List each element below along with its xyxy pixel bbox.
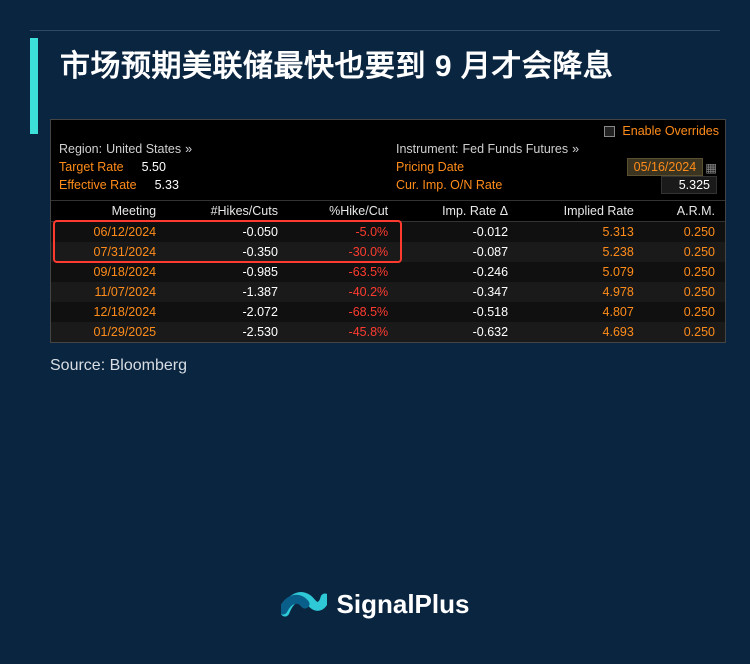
effective-rate-label: Effective Rate: [59, 178, 137, 192]
cell-implied: 5.313: [518, 222, 644, 243]
cell-meeting: 06/12/2024: [51, 222, 166, 243]
cell-meeting: 09/18/2024: [51, 262, 166, 282]
col-hikes: #Hikes/Cuts: [166, 201, 288, 222]
cell-delta: -0.347: [398, 282, 518, 302]
cell-implied: 5.079: [518, 262, 644, 282]
cell-hikes: -2.530: [166, 322, 288, 342]
table-row: 12/18/2024-2.072-68.5%-0.5184.8070.250: [51, 302, 725, 322]
cell-pct: -63.5%: [288, 262, 398, 282]
region-value[interactable]: United States: [106, 142, 181, 156]
cell-meeting: 11/07/2024: [51, 282, 166, 302]
brand-footer: SignalPlus: [0, 586, 750, 622]
cell-implied: 4.978: [518, 282, 644, 302]
cell-implied: 5.238: [518, 242, 644, 262]
dropdown-arrow-icon[interactable]: »: [185, 142, 192, 156]
fed-table: Meeting #Hikes/Cuts %Hike/Cut Imp. Rate …: [51, 200, 725, 342]
cell-arm: 0.250: [644, 242, 725, 262]
table-row: 06/12/2024-0.050-5.0%-0.0125.3130.250: [51, 222, 725, 243]
cur-imp-value: 5.325: [661, 176, 717, 194]
cur-imp-rate-row: Cur. Imp. O/N Rate 5.325: [396, 176, 717, 194]
cell-arm: 0.250: [644, 222, 725, 243]
cell-pct: -5.0%: [288, 222, 398, 243]
cell-pct: -40.2%: [288, 282, 398, 302]
instrument-row: Instrument: Fed Funds Futures »: [396, 140, 717, 158]
cell-meeting: 12/18/2024: [51, 302, 166, 322]
col-implied: Implied Rate: [518, 201, 644, 222]
pricing-date-label: Pricing Date: [396, 160, 464, 174]
enable-overrides-row: Enable Overrides: [51, 120, 725, 140]
cell-arm: 0.250: [644, 282, 725, 302]
accent-bar: [30, 38, 38, 134]
col-pct: %Hike/Cut: [288, 201, 398, 222]
dropdown-arrow-icon[interactable]: »: [572, 142, 579, 156]
enable-overrides-label: Enable Overrides: [622, 124, 719, 138]
cell-pct: -30.0%: [288, 242, 398, 262]
cur-imp-label: Cur. Imp. O/N Rate: [396, 178, 502, 192]
col-meeting: Meeting: [51, 201, 166, 222]
table-row: 07/31/2024-0.350-30.0%-0.0875.2380.250: [51, 242, 725, 262]
cell-delta: -0.246: [398, 262, 518, 282]
cell-hikes: -2.072: [166, 302, 288, 322]
table-row: 01/29/2025-2.530-45.8%-0.6324.6930.250: [51, 322, 725, 342]
accent-divider: [30, 30, 720, 36]
cell-arm: 0.250: [644, 302, 725, 322]
brand-logo-icon: [281, 586, 327, 622]
instrument-value[interactable]: Fed Funds Futures: [463, 142, 569, 156]
cell-delta: -0.012: [398, 222, 518, 243]
cell-hikes: -0.350: [166, 242, 288, 262]
cell-hikes: -0.985: [166, 262, 288, 282]
cell-delta: -0.632: [398, 322, 518, 342]
table-header-row: Meeting #Hikes/Cuts %Hike/Cut Imp. Rate …: [51, 201, 725, 222]
cell-pct: -68.5%: [288, 302, 398, 322]
effective-rate-row: Effective Rate 5.33: [59, 176, 380, 194]
col-delta: Imp. Rate Δ: [398, 201, 518, 222]
effective-rate-value: 5.33: [155, 178, 179, 192]
cell-arm: 0.250: [644, 262, 725, 282]
table-row: 11/07/2024-1.387-40.2%-0.3474.9780.250: [51, 282, 725, 302]
pricing-date-row: Pricing Date 05/16/2024 ▦: [396, 158, 717, 176]
target-rate-row: Target Rate 5.50: [59, 158, 380, 176]
region-row: Region: United States »: [59, 140, 380, 158]
instrument-label: Instrument:: [396, 142, 459, 156]
target-rate-value: 5.50: [142, 160, 166, 174]
cell-meeting: 07/31/2024: [51, 242, 166, 262]
checkbox-icon[interactable]: [604, 126, 615, 137]
col-arm: A.R.M.: [644, 201, 725, 222]
cell-hikes: -1.387: [166, 282, 288, 302]
pricing-date-value[interactable]: 05/16/2024: [627, 158, 704, 176]
cell-implied: 4.807: [518, 302, 644, 322]
source-label: Source: Bloomberg: [50, 357, 720, 375]
page-title: 市场预期美联储最快也要到 9 月才会降息: [60, 44, 720, 89]
cell-hikes: -0.050: [166, 222, 288, 243]
target-rate-label: Target Rate: [59, 160, 124, 174]
cell-meeting: 01/29/2025: [51, 322, 166, 342]
cell-delta: -0.087: [398, 242, 518, 262]
cell-implied: 4.693: [518, 322, 644, 342]
brand-name: SignalPlus: [337, 589, 470, 620]
table-row: 09/18/2024-0.985-63.5%-0.2465.0790.250: [51, 262, 725, 282]
cell-pct: -45.8%: [288, 322, 398, 342]
terminal-panel: Enable Overrides Region: United States »…: [50, 119, 726, 343]
region-label: Region:: [59, 142, 102, 156]
cell-arm: 0.250: [644, 322, 725, 342]
calendar-icon[interactable]: ▦: [705, 160, 717, 175]
cell-delta: -0.518: [398, 302, 518, 322]
